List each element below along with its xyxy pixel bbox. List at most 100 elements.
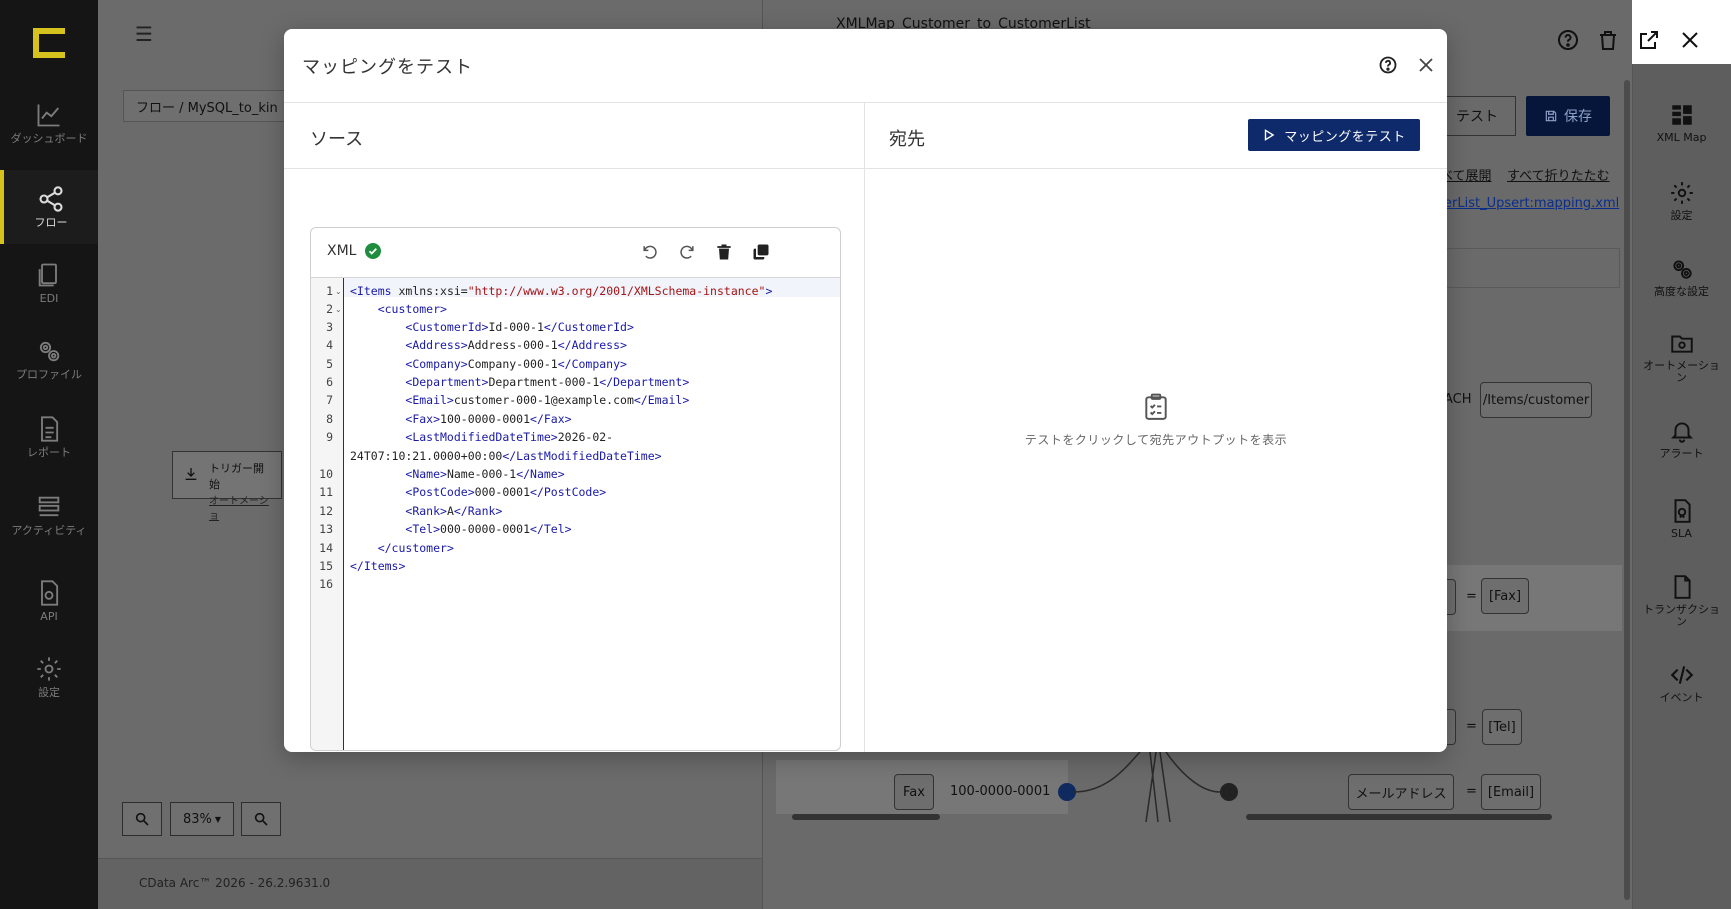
- code-line: <Address>Address-000-1</Address>: [405, 338, 627, 352]
- dashboard-icon: [37, 104, 60, 127]
- foreach-path-chip[interactable]: /Items/customer: [1480, 382, 1592, 418]
- help-icon[interactable]: [1556, 28, 1580, 52]
- report-icon: [41, 416, 59, 442]
- alert-bell-icon: [1670, 422, 1693, 443]
- horizontal-scrollbar[interactable]: [1246, 814, 1552, 820]
- equals-sign: =: [1466, 719, 1477, 734]
- fold-chevron-icon[interactable]: ⌄: [335, 287, 342, 296]
- rail-item-label: イベント: [1659, 691, 1704, 704]
- rail-item-sla[interactable]: SLA: [1632, 482, 1731, 556]
- equals-sign: =: [1466, 784, 1477, 799]
- close-icon[interactable]: [1414, 53, 1438, 77]
- code-line: 24T07:10:21.0000+00:00</LastModifiedDate…: [350, 449, 662, 463]
- xml-map-icon: [1671, 105, 1692, 125]
- line-number: 10: [319, 467, 333, 481]
- trigger-node[interactable]: トリガー開始 オートメーショ: [172, 451, 282, 522]
- zoom-in-button[interactable]: [122, 802, 162, 836]
- tel-chip[interactable]: [Tel]: [1482, 709, 1522, 745]
- rail-item-automation[interactable]: オートメーション: [1632, 320, 1731, 394]
- empty-state-message: テストをクリックして宛先アウトプットを表示: [1024, 433, 1288, 447]
- collapse-all-link[interactable]: すべて折りたたむ: [1507, 165, 1610, 184]
- horizontal-scrollbar[interactable]: [792, 814, 940, 820]
- external-link-icon[interactable]: [1637, 28, 1661, 52]
- filter-input[interactable]: [1440, 248, 1620, 288]
- fax-value: 100-0000-0001: [950, 784, 1051, 799]
- line-number: 15: [319, 559, 333, 573]
- rail-item-label: XML Map: [1656, 131, 1707, 144]
- sidebar-item-api[interactable]: API: [0, 564, 98, 638]
- email-chip[interactable]: [Email]: [1481, 774, 1541, 810]
- dialog-header: マッピングをテスト: [284, 29, 1447, 103]
- rail-item-settings[interactable]: 設定: [1632, 164, 1731, 238]
- line-number: 1: [326, 284, 333, 298]
- redo-icon[interactable]: [677, 242, 697, 262]
- code-line: <customer>: [377, 302, 447, 316]
- sidebar-item-label: フロー: [34, 216, 68, 229]
- app-logo[interactable]: [33, 28, 65, 58]
- line-number: 7: [326, 393, 333, 407]
- rail-item-alert[interactable]: アラート: [1632, 402, 1731, 476]
- xml-editor[interactable]: XML 1 ⌄ 2 ⌄ 3 4 5 6 7 8 9 10 11 12 13 14…: [310, 227, 841, 751]
- fold-chevron-icon[interactable]: ⌄: [335, 305, 342, 314]
- rail-item-label: アラート: [1659, 447, 1704, 460]
- sidebar-item-label: ダッシュボード: [10, 132, 88, 145]
- test-mapping-button[interactable]: マッピングをテスト: [1248, 119, 1420, 151]
- dialog-title: マッピングをテスト: [302, 57, 473, 78]
- expand-all-link[interactable]: べて展開: [1440, 165, 1491, 184]
- code-line: <Rank>A</Rank>: [405, 504, 503, 518]
- sidebar-item-activity[interactable]: アクティビティ: [0, 478, 98, 552]
- rail-item-label: SLA: [1671, 527, 1692, 540]
- help-icon[interactable]: [1378, 55, 1398, 75]
- rail-item-xml-map[interactable]: XML Map: [1632, 86, 1731, 160]
- destination-pane: 宛先 マッピングをテスト テストをクリックして宛先アウトプットを表示: [865, 103, 1447, 752]
- trash-icon[interactable]: [1596, 28, 1620, 52]
- check-circle-icon: [365, 243, 381, 259]
- mapping-file-link[interactable]: erList_Upsert:mapping.xml: [1444, 196, 1619, 211]
- sidebar-item-flow[interactable]: フロー: [0, 170, 98, 244]
- copy-icon[interactable]: [751, 242, 771, 262]
- line-number: 13: [319, 522, 333, 536]
- trigger-subtitle[interactable]: オートメーショ: [209, 492, 273, 522]
- sidebar-item-label: API: [40, 610, 58, 623]
- line-number-gutter: 1 ⌄ 2 ⌄ 3 4 5 6 7 8 9 10 11 12 13 14 15 16: [311, 278, 344, 750]
- zoom-out-button[interactable]: [241, 802, 281, 836]
- sidebar-item-settings[interactable]: 設定: [0, 640, 98, 714]
- empty-state: テストをクリックして宛先アウトプットを表示: [865, 393, 1447, 448]
- transaction-icon: [1674, 575, 1691, 599]
- menu-icon[interactable]: ☰: [135, 22, 153, 46]
- test-button[interactable]: テスト: [1438, 96, 1516, 136]
- code-line: <Email>customer-000-1@example.com</Email…: [405, 393, 690, 407]
- zoom-level-select[interactable]: 83% ▼: [170, 802, 234, 836]
- fax-field-chip[interactable]: Fax: [894, 774, 934, 810]
- rail-item-transaction[interactable]: トランザクション: [1632, 564, 1731, 638]
- rail-item-advanced-settings[interactable]: 高度な設定: [1632, 240, 1731, 314]
- vertical-scrollbar[interactable]: [1624, 80, 1630, 900]
- sidebar-item-report[interactable]: レポート: [0, 400, 98, 474]
- close-icon[interactable]: [1678, 28, 1702, 52]
- download-icon: [185, 468, 197, 480]
- api-icon: [41, 580, 59, 606]
- chevron-down-icon: ▼: [214, 814, 222, 824]
- undo-icon[interactable]: [640, 242, 660, 262]
- sidebar-item-profile[interactable]: プロファイル: [0, 322, 98, 396]
- fax-chip[interactable]: [Fax]: [1481, 578, 1529, 614]
- rail-item-event[interactable]: イベント: [1632, 646, 1731, 720]
- line-number: 5: [326, 357, 333, 371]
- destination-pane-header: 宛先 マッピングをテスト: [865, 103, 1447, 169]
- code-area[interactable]: <Items xmlns:xsi="http://www.w3.org/2001…: [350, 278, 840, 750]
- trash-icon[interactable]: [714, 242, 734, 262]
- line-number: 9: [326, 430, 333, 444]
- zoom-level: 83%: [182, 811, 212, 827]
- activity-icon: [38, 496, 60, 517]
- save-button[interactable]: 保存: [1526, 96, 1610, 136]
- code-line: <Department>Department-000-1</Department…: [405, 375, 690, 389]
- clipboard-list-icon: [1145, 393, 1167, 420]
- sidebar-item-dashboard[interactable]: ダッシュボード: [0, 86, 98, 160]
- rail-item-label: オートメーション: [1643, 359, 1720, 384]
- equals-sign: =: [1466, 589, 1477, 604]
- footer-version: CData Arc™ 2026 - 26.2.9631.0: [139, 876, 331, 890]
- sidebar-item-edi[interactable]: EDI: [0, 246, 98, 320]
- email-label-chip[interactable]: メールアドレス: [1348, 774, 1454, 810]
- flow-icon: [39, 186, 63, 212]
- code-line: <Tel>000-0000-0001</Tel>: [405, 522, 572, 536]
